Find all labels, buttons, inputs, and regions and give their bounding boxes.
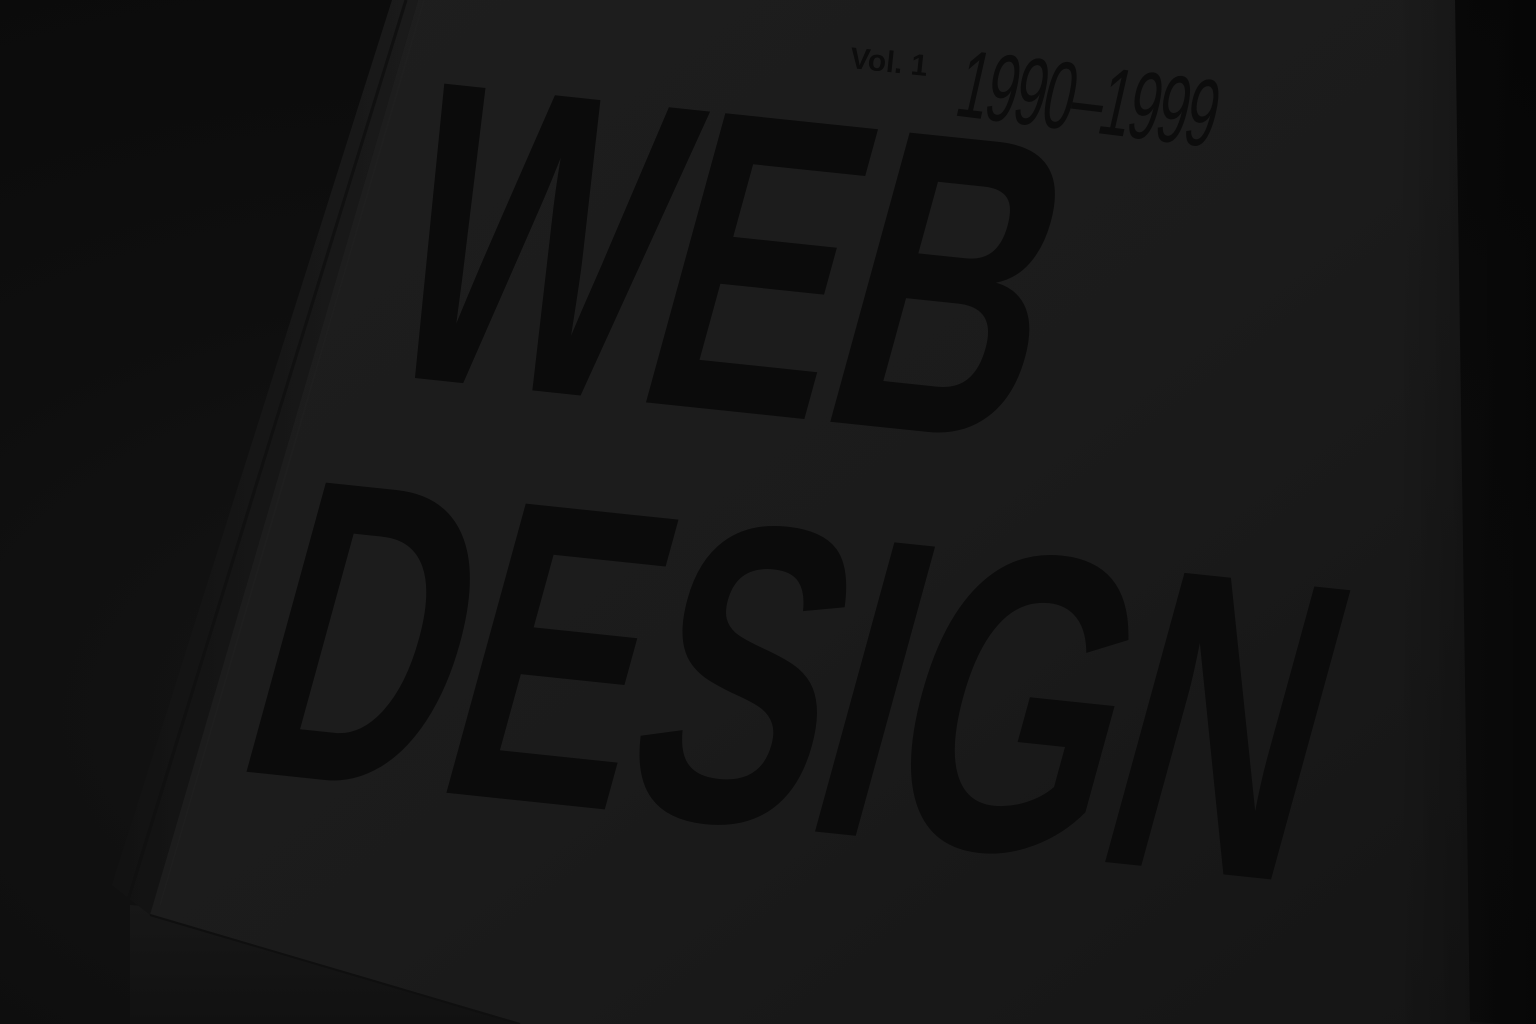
edge-shadow [1396, 0, 1536, 1024]
book [0, 0, 1536, 1024]
book-shape [112, 0, 1500, 1024]
book-photo-scene: Vol. 1 1990–1999 WEB DESIGN [0, 0, 1536, 1024]
